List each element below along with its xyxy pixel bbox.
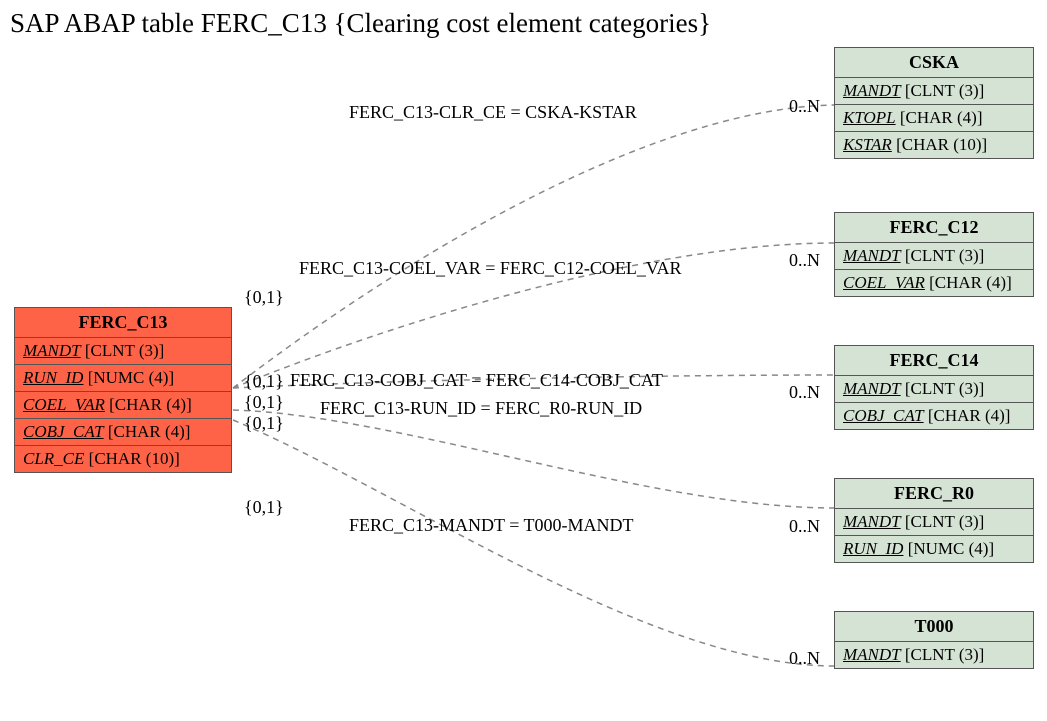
entity-name: FERC_C12: [835, 213, 1033, 243]
cardinality-left: {0,1}: [244, 287, 284, 308]
entity-ferc-c12: FERC_C12 MANDT [CLNT (3)] COEL_VAR [CHAR…: [834, 212, 1034, 297]
entity-name: T000: [835, 612, 1033, 642]
field-row: COEL_VAR [CHAR (4)]: [835, 270, 1033, 296]
cardinality-left: {0,1}: [244, 371, 284, 392]
relation-label: FERC_C13-COBJ_CAT = FERC_C14-COBJ_CAT: [290, 370, 663, 391]
entity-ferc-r0: FERC_R0 MANDT [CLNT (3)] RUN_ID [NUMC (4…: [834, 478, 1034, 563]
relation-label: FERC_C13-RUN_ID = FERC_R0-RUN_ID: [320, 398, 642, 419]
cardinality-right: 0..N: [789, 250, 820, 271]
cardinality-right: 0..N: [789, 648, 820, 669]
field-row: MANDT [CLNT (3)]: [835, 243, 1033, 270]
cardinality-right: 0..N: [789, 96, 820, 117]
field-row: COEL_VAR [CHAR (4)]: [15, 392, 231, 419]
entity-name: CSKA: [835, 48, 1033, 78]
entity-cska: CSKA MANDT [CLNT (3)] KTOPL [CHAR (4)] K…: [834, 47, 1034, 159]
entity-t000: T000 MANDT [CLNT (3)]: [834, 611, 1034, 669]
field-row: CLR_CE [CHAR (10)]: [15, 446, 231, 472]
page-title: SAP ABAP table FERC_C13 {Clearing cost e…: [10, 8, 711, 39]
relation-label: FERC_C13-CLR_CE = CSKA-KSTAR: [349, 102, 637, 123]
relation-label: FERC_C13-COEL_VAR = FERC_C12-COEL_VAR: [299, 258, 682, 279]
cardinality-left: {0,1}: [244, 392, 284, 413]
field-row: COBJ_CAT [CHAR (4)]: [15, 419, 231, 446]
field-row: KSTAR [CHAR (10)]: [835, 132, 1033, 158]
field-row: MANDT [CLNT (3)]: [15, 338, 231, 365]
entity-name: FERC_C14: [835, 346, 1033, 376]
entity-ferc-c14: FERC_C14 MANDT [CLNT (3)] COBJ_CAT [CHAR…: [834, 345, 1034, 430]
cardinality-right: 0..N: [789, 382, 820, 403]
field-row: MANDT [CLNT (3)]: [835, 78, 1033, 105]
field-row: KTOPL [CHAR (4)]: [835, 105, 1033, 132]
entity-name: FERC_C13: [15, 308, 231, 338]
cardinality-left: {0,1}: [244, 413, 284, 434]
field-row: MANDT [CLNT (3)]: [835, 509, 1033, 536]
entity-name: FERC_R0: [835, 479, 1033, 509]
field-row: MANDT [CLNT (3)]: [835, 642, 1033, 668]
field-row: RUN_ID [NUMC (4)]: [15, 365, 231, 392]
cardinality-right: 0..N: [789, 516, 820, 537]
field-row: MANDT [CLNT (3)]: [835, 376, 1033, 403]
relation-label: FERC_C13-MANDT = T000-MANDT: [349, 515, 634, 536]
field-row: COBJ_CAT [CHAR (4)]: [835, 403, 1033, 429]
entity-ferc-c13: FERC_C13 MANDT [CLNT (3)] RUN_ID [NUMC (…: [14, 307, 232, 473]
field-row: RUN_ID [NUMC (4)]: [835, 536, 1033, 562]
cardinality-left: {0,1}: [244, 497, 284, 518]
